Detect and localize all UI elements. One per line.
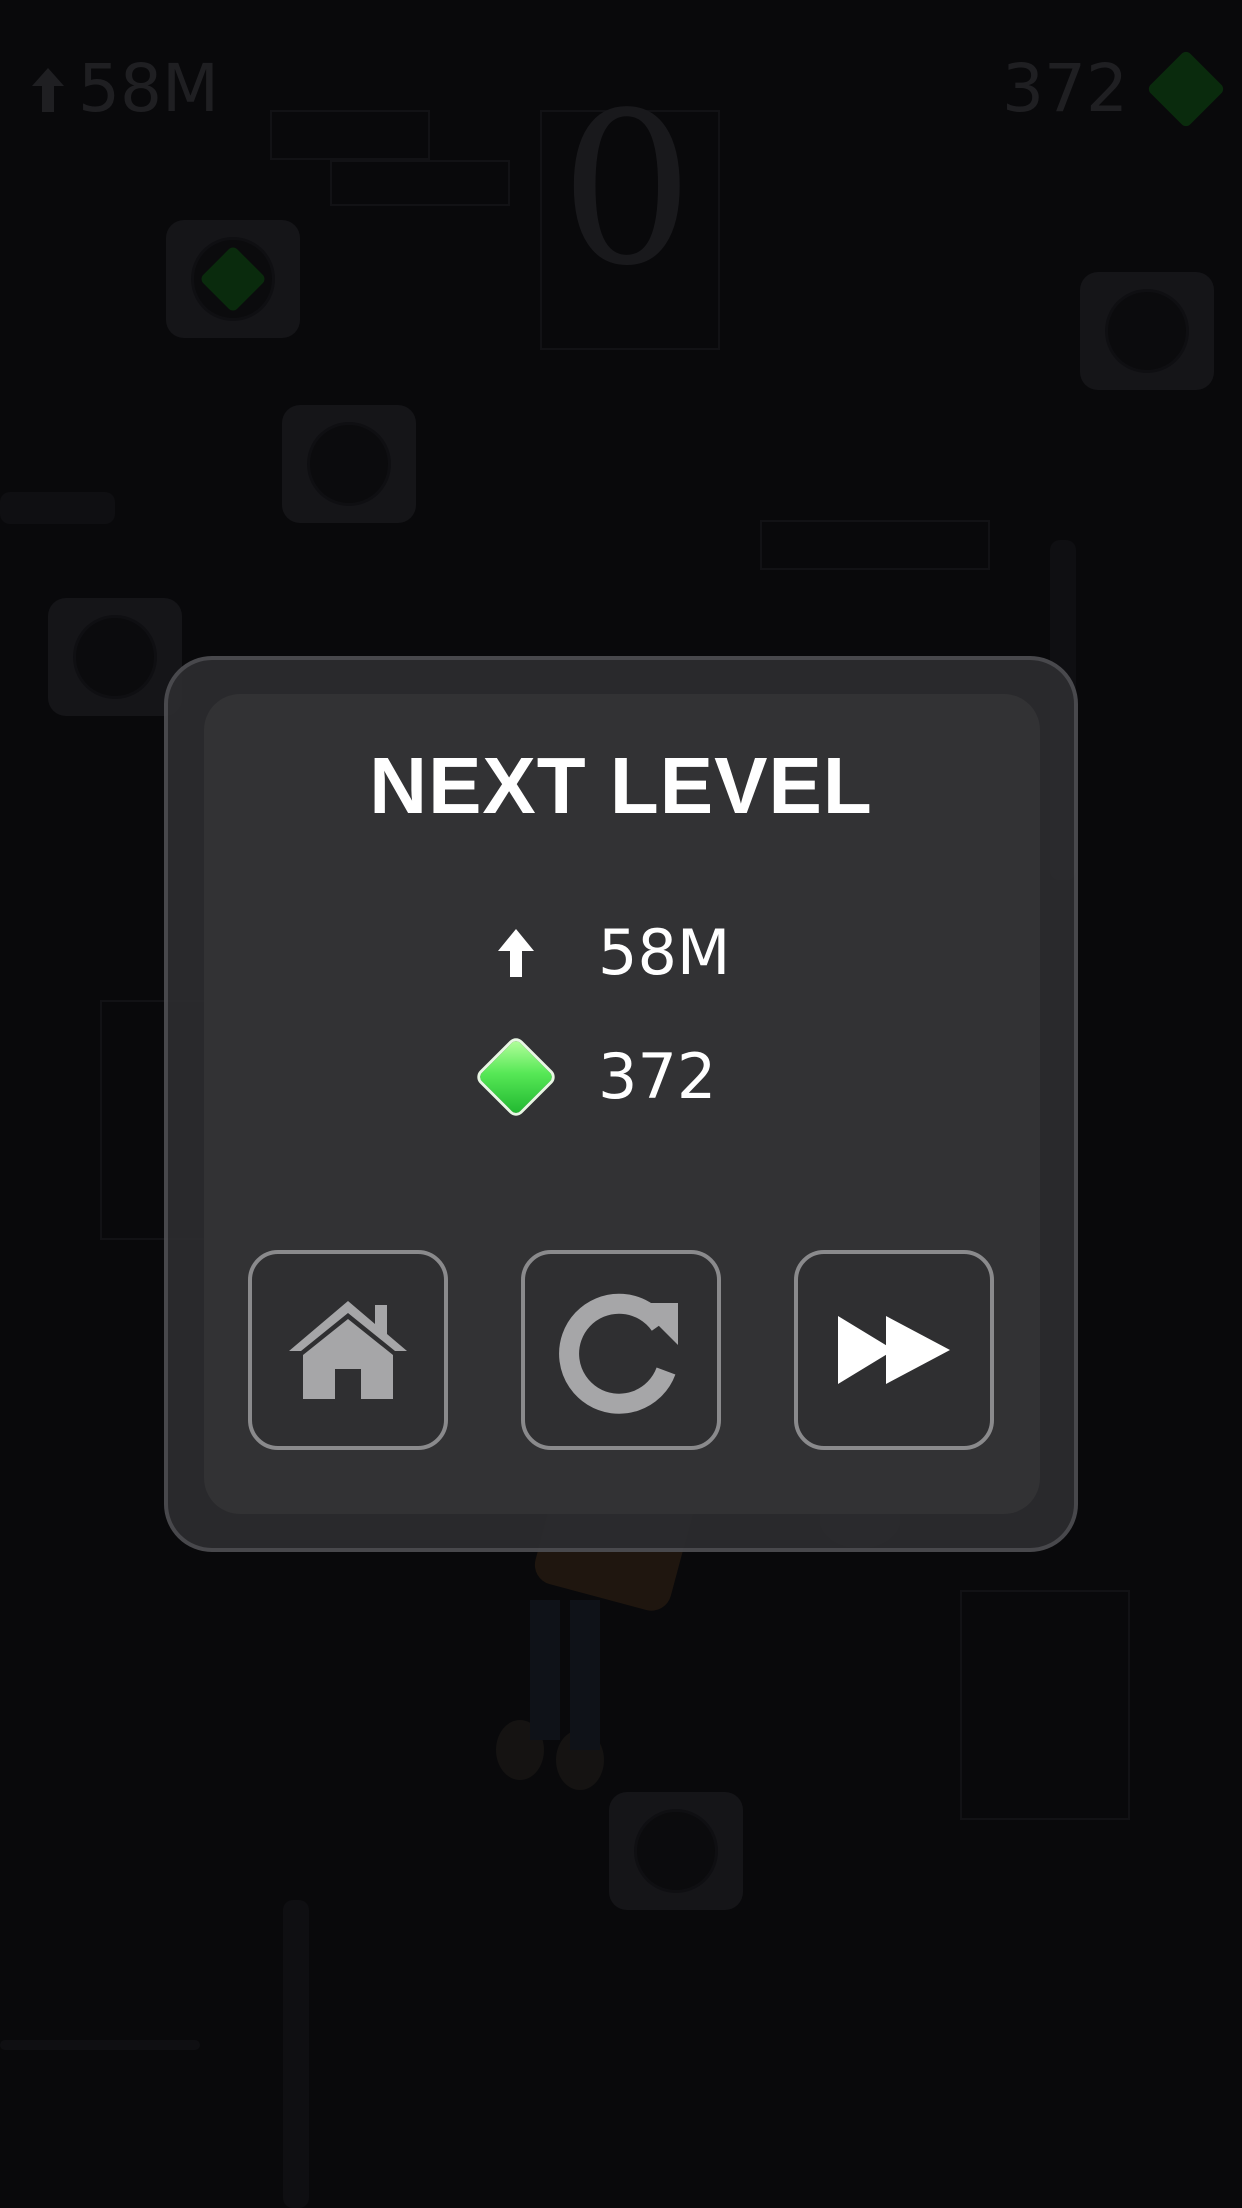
gem-stat-value: 372: [598, 1040, 717, 1113]
fast-forward-icon: [838, 1316, 950, 1384]
restart-button[interactable]: [521, 1250, 721, 1450]
gem-icon: [477, 1038, 555, 1115]
home-icon: [289, 1301, 407, 1399]
height-stat: 58M: [480, 916, 730, 989]
next-level-button[interactable]: [794, 1250, 994, 1450]
gem-stat: 372: [477, 1038, 717, 1115]
up-arrow-icon: [480, 925, 552, 981]
restart-icon: [559, 1293, 678, 1414]
dialog-title: NEXT LEVEL: [369, 741, 873, 830]
height-stat-value: 58M: [598, 916, 731, 989]
home-button[interactable]: [248, 1250, 448, 1450]
